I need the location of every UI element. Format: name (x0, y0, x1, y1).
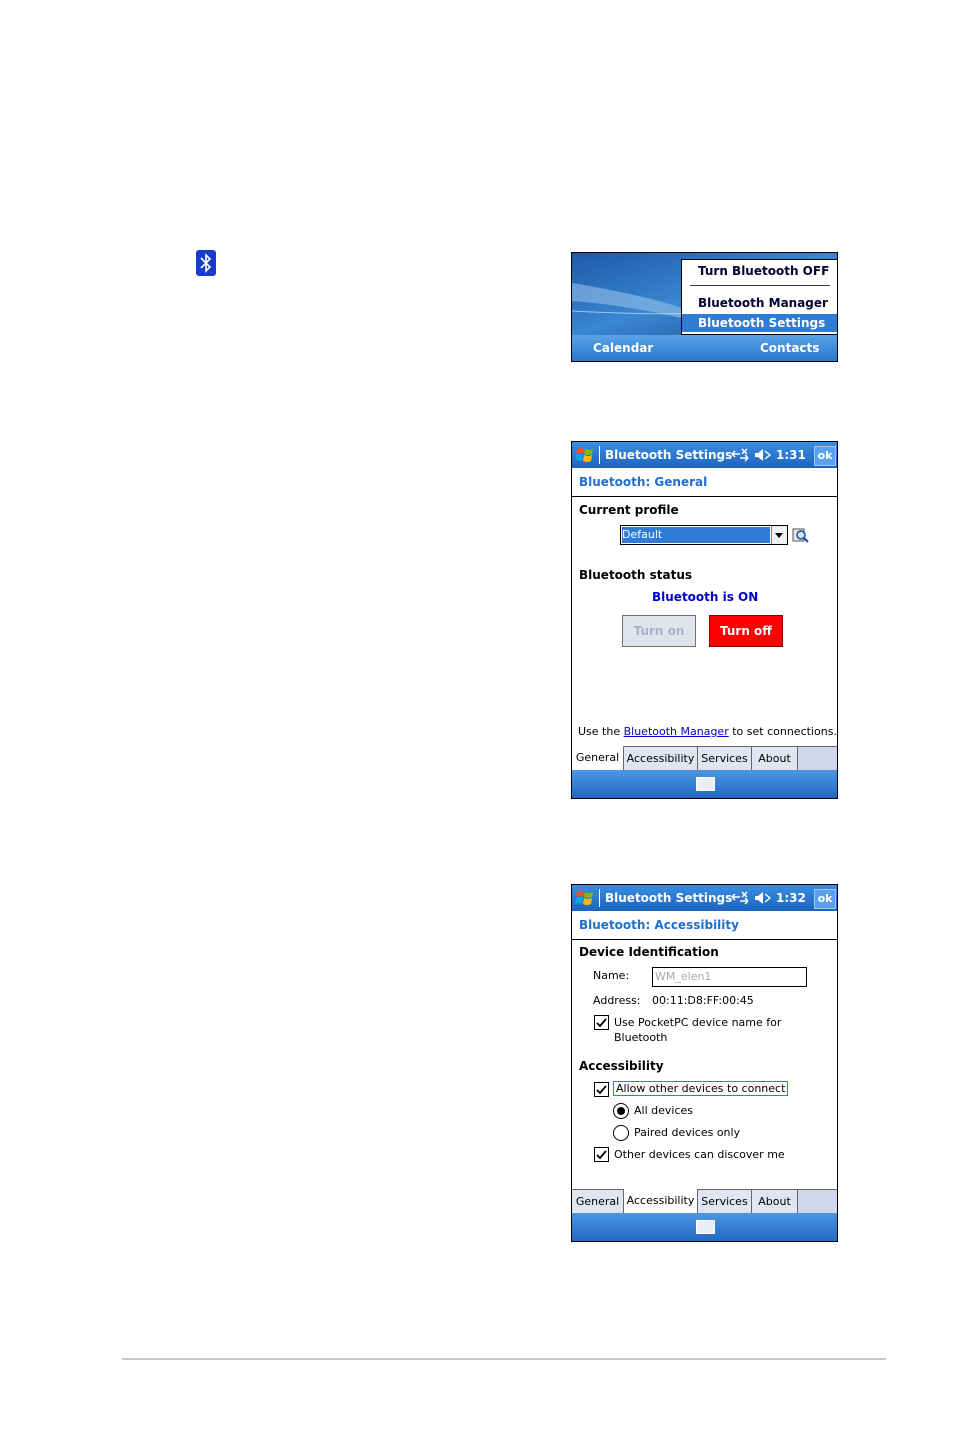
speaker-icon[interactable] (754, 890, 772, 906)
keyboard-icon[interactable] (696, 777, 715, 791)
accessibility-label: Accessibility (579, 1059, 664, 1073)
window-title: Bluetooth Settings (605, 891, 733, 905)
tab-strip: General Accessibility Services About (572, 1189, 837, 1214)
windows-flag-icon[interactable] (575, 888, 595, 908)
name-label: Name: (593, 969, 630, 982)
menu-item-bluetooth-settings[interactable]: Bluetooth Settings (682, 314, 837, 332)
use-device-name-checkbox[interactable] (594, 1015, 609, 1030)
tab-about[interactable]: About (752, 1190, 798, 1213)
address-label: Address: (593, 994, 641, 1007)
page-footer-rule (122, 1358, 886, 1360)
subheading-text: Bluetooth: Accessibility (579, 918, 739, 932)
checkmark-icon (596, 1018, 607, 1028)
title-bar: Bluetooth Settings 1:32 ok (572, 885, 837, 911)
tab-accessibility[interactable]: Accessibility (624, 747, 698, 770)
manager-hint: Use the Bluetooth Manager to set connect… (578, 725, 837, 738)
softkey-contacts[interactable]: Contacts (760, 341, 819, 355)
softkey-bar: Calendar Contacts (572, 335, 837, 361)
clock[interactable]: 1:32 (776, 891, 806, 905)
softkey-calendar[interactable]: Calendar (593, 341, 653, 355)
ok-button[interactable]: ok (814, 446, 836, 466)
speaker-icon[interactable] (754, 447, 772, 463)
device-name-field[interactable]: WM_elen1 (652, 967, 807, 987)
hint-prefix: Use the (578, 725, 621, 738)
tab-accessibility[interactable]: Accessibility (624, 1189, 698, 1213)
discoverable-checkbox[interactable] (594, 1147, 609, 1162)
device-identification-label: Device Identification (579, 945, 719, 959)
bluetooth-manager-link[interactable]: Bluetooth Manager (624, 725, 729, 738)
checkmark-icon (596, 1085, 607, 1095)
paired-devices-label: Paired devices only (634, 1126, 741, 1139)
discoverable-label: Other devices can discover me (614, 1148, 785, 1161)
hint-suffix: to set connections. (732, 725, 837, 738)
use-device-name-label: Use PocketPC device name for (614, 1016, 782, 1029)
page-subheading: Bluetooth: General (572, 468, 837, 497)
bluetooth-status-value: Bluetooth is ON (652, 590, 759, 604)
today-screen-bluetooth-menu: Turn Bluetooth OFF Bluetooth Manager Blu… (571, 252, 838, 362)
bluetooth-icon (196, 250, 216, 276)
input-panel-bar (572, 770, 837, 798)
tab-general[interactable]: General (572, 746, 624, 770)
bluetooth-status-label: Bluetooth status (579, 568, 693, 582)
tab-about[interactable]: About (752, 747, 798, 770)
ok-button[interactable]: ok (814, 889, 836, 909)
subheading-text: Bluetooth: General (579, 475, 708, 489)
windows-flag-icon[interactable] (575, 445, 595, 465)
connectivity-icon[interactable] (730, 890, 750, 906)
allow-connect-label: Allow other devices to connect (612, 1081, 789, 1096)
allow-connect-checkbox[interactable] (594, 1082, 609, 1097)
checkmark-icon (596, 1150, 607, 1160)
turn-off-button[interactable]: Turn off (709, 615, 783, 647)
all-devices-radio[interactable] (613, 1103, 629, 1119)
tab-services[interactable]: Services (698, 747, 752, 770)
clock[interactable]: 1:31 (776, 448, 806, 462)
menu-item-turn-bluetooth-off[interactable]: Turn Bluetooth OFF (682, 262, 837, 280)
address-value: 00:11:D8:FF:00:45 (652, 994, 754, 1007)
turn-on-button[interactable]: Turn on (622, 615, 696, 647)
page-subheading: Bluetooth: Accessibility (572, 911, 837, 940)
chevron-down-icon[interactable] (771, 526, 787, 544)
keyboard-icon[interactable] (696, 1220, 715, 1234)
bluetooth-popup-menu: Turn Bluetooth OFF Bluetooth Manager Blu… (681, 259, 837, 335)
all-devices-label: All devices (634, 1104, 693, 1117)
tab-services[interactable]: Services (698, 1190, 752, 1213)
input-panel-bar (572, 1213, 837, 1241)
connectivity-icon[interactable] (730, 447, 750, 463)
bluetooth-general-screen: Bluetooth Settings 1:31 ok Bluetooth: Ge… (571, 441, 838, 799)
paired-devices-radio[interactable] (613, 1125, 629, 1141)
window-title: Bluetooth Settings (605, 448, 733, 462)
use-device-name-label-cont: Bluetooth (614, 1031, 668, 1044)
bluetooth-accessibility-screen: Bluetooth Settings 1:32 ok Bluetooth: Ac… (571, 884, 838, 1242)
tab-general[interactable]: General (572, 1190, 624, 1213)
profile-value: Default (622, 527, 770, 543)
current-profile-label: Current profile (579, 503, 679, 517)
title-bar: Bluetooth Settings 1:31 ok (572, 442, 837, 468)
magnifier-icon[interactable] (792, 526, 810, 544)
profile-dropdown[interactable]: Default (620, 525, 788, 545)
menu-item-bluetooth-manager[interactable]: Bluetooth Manager (682, 294, 837, 312)
tab-strip: General Accessibility Services About (572, 746, 837, 771)
menu-separator (690, 285, 830, 286)
title-separator (599, 446, 600, 464)
title-separator (599, 889, 600, 907)
